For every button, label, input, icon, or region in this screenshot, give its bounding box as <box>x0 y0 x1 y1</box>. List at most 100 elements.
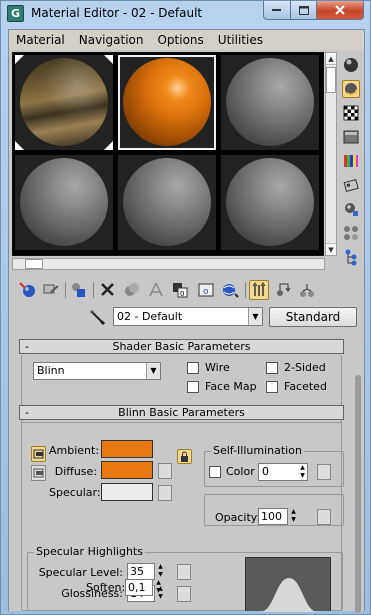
select-by-material-button[interactable] <box>342 224 360 242</box>
toolbar-separator <box>65 282 66 298</box>
backlight-icon <box>345 83 358 96</box>
slots-vertical-scrollbar[interactable]: ▲ ▼ <box>325 52 337 256</box>
scroll-thumb[interactable] <box>25 259 43 269</box>
chevron-down-icon[interactable]: ▼ <box>248 308 262 325</box>
make-unique-button[interactable] <box>122 280 142 300</box>
minimize-button[interactable] <box>263 1 291 20</box>
material-effects-channel-button[interactable]: 0 <box>170 280 190 300</box>
faceted-checkbox[interactable] <box>266 381 278 393</box>
self-illumination-map-button[interactable] <box>317 464 331 480</box>
self-illumination-color-label: Color <box>226 465 255 478</box>
glossiness-map-button[interactable] <box>177 586 191 602</box>
specular-level-spinner[interactable]: 35 <box>127 563 155 580</box>
face-map-checkbox[interactable] <box>187 381 199 393</box>
spinner-arrows-icon[interactable]: ▲ ▼ <box>298 464 307 481</box>
put-to-library-icon <box>149 282 163 297</box>
go-to-sibling-button[interactable] <box>297 280 317 300</box>
slots-horizontal-scrollbar[interactable] <box>12 258 325 270</box>
sample-type-button[interactable] <box>342 56 360 74</box>
shader-basic-parameters-rollout-header[interactable]: - Shader Basic Parameters <box>19 339 344 354</box>
material-name-row: 02 - Default ▼ Standard <box>9 306 364 328</box>
self-illumination-color-checkbox[interactable] <box>209 466 221 478</box>
close-button[interactable] <box>316 1 364 20</box>
sample-slot-4[interactable] <box>15 155 113 250</box>
material-type-button[interactable]: Standard <box>269 307 357 327</box>
lock-diffuse-specular-map-button[interactable] <box>31 465 46 481</box>
two-sided-checkbox[interactable] <box>266 362 278 374</box>
scroll-thumb[interactable] <box>355 375 361 613</box>
get-material-button[interactable] <box>18 280 38 300</box>
sample-slot-3[interactable] <box>221 55 319 150</box>
material-sphere-preview <box>20 58 108 146</box>
lock-link-icon <box>33 468 44 478</box>
highlight-curve-graph <box>245 557 332 612</box>
sample-uv-tiling-button[interactable] <box>342 128 360 146</box>
go-to-sibling-icon <box>300 284 314 297</box>
opacity-map-button[interactable] <box>317 509 331 525</box>
panel-scrollbar[interactable] <box>353 339 363 613</box>
toolbar-separator <box>93 282 94 298</box>
app-icon[interactable]: G <box>7 5 24 22</box>
spinner-arrows-icon[interactable]: ▲ ▼ <box>289 508 298 525</box>
material-sphere-preview <box>226 58 314 146</box>
title-bar[interactable]: G Material Editor - 02 - Default <box>1 1 370 27</box>
material-map-navigator-button[interactable] <box>342 248 360 266</box>
opacity-label: Opacity: <box>215 511 261 524</box>
specular-map-button[interactable] <box>158 485 172 501</box>
sample-type-sphere-icon <box>344 58 358 72</box>
sample-slot-5[interactable] <box>118 155 216 250</box>
blinn-basic-parameters-rollout-header[interactable]: - Blinn Basic Parameters <box>19 405 344 420</box>
maximize-button[interactable] <box>290 1 317 20</box>
sample-slot-1[interactable] <box>15 55 113 150</box>
video-color-check-button[interactable] <box>342 152 360 170</box>
shader-type-dropdown[interactable]: Blinn ▼ <box>33 362 161 380</box>
chevron-down-icon[interactable]: ▼ <box>146 363 160 379</box>
backlight-button[interactable] <box>342 80 360 98</box>
pick-material-from-object-button[interactable] <box>89 309 107 326</box>
spinner-arrows-icon[interactable]: ▲ ▼ <box>154 579 163 596</box>
reset-map-button[interactable] <box>98 280 118 300</box>
go-forward-to-sibling-button[interactable] <box>273 280 293 300</box>
material-name-dropdown[interactable]: 02 - Default ▼ <box>113 307 263 326</box>
sample-slot-6[interactable] <box>221 155 319 250</box>
specular-label: Specular: <box>49 486 101 499</box>
soften-spinner[interactable]: 0,1 <box>125 579 153 596</box>
self-illumination-value-field[interactable]: 0 ▲ ▼ <box>258 463 308 481</box>
menu-utilities[interactable]: Utilities <box>211 33 270 47</box>
sample-slot-2[interactable] <box>118 55 216 150</box>
collapse-minus-icon: - <box>25 340 29 353</box>
options-button[interactable] <box>342 200 360 218</box>
specular-level-map-button[interactable] <box>177 564 191 580</box>
menu-navigation[interactable]: Navigation <box>72 33 151 47</box>
put-to-library-button[interactable] <box>146 280 166 300</box>
specular-color-swatch[interactable] <box>101 483 153 501</box>
video-color-check-icon <box>344 155 358 167</box>
show-map-in-viewport-button[interactable]: o <box>196 280 216 300</box>
show-end-result-button[interactable] <box>220 280 240 300</box>
diffuse-color-swatch[interactable] <box>101 461 153 479</box>
menu-material[interactable]: Material <box>9 33 72 47</box>
scroll-down-arrow-icon[interactable]: ▼ <box>326 243 336 255</box>
make-preview-button[interactable] <box>342 176 360 194</box>
wire-checkbox[interactable] <box>187 362 199 374</box>
assign-to-selection-button[interactable] <box>69 280 89 300</box>
background-button[interactable] <box>342 104 360 122</box>
diffuse-map-button[interactable] <box>158 463 172 479</box>
diffuse-label: Diffuse: <box>54 465 97 478</box>
spinner-arrows-icon[interactable]: ▲ ▼ <box>156 563 165 580</box>
soften-label-visible: Soften: <box>86 581 126 594</box>
ambient-color-swatch[interactable] <box>101 440 153 458</box>
hot-material-marker <box>15 55 24 64</box>
scroll-up-arrow-icon[interactable]: ▲ <box>326 53 336 65</box>
go-to-parent-button[interactable] <box>249 280 269 300</box>
put-to-scene-button[interactable] <box>41 280 61 300</box>
toolbar-separator <box>245 282 246 298</box>
editor-client-area: Material Navigation Options Utilities ▲ … <box>8 29 365 613</box>
lock-ambient-diffuse-map-button[interactable] <box>31 446 46 462</box>
material-sphere-preview <box>20 158 108 246</box>
scroll-thumb[interactable] <box>326 67 336 93</box>
opacity-spinner[interactable]: 100 <box>258 508 288 525</box>
self-illumination-value: 0 <box>262 465 269 478</box>
menu-options[interactable]: Options <box>150 33 210 47</box>
lock-ambient-diffuse-color-button[interactable] <box>177 449 192 464</box>
